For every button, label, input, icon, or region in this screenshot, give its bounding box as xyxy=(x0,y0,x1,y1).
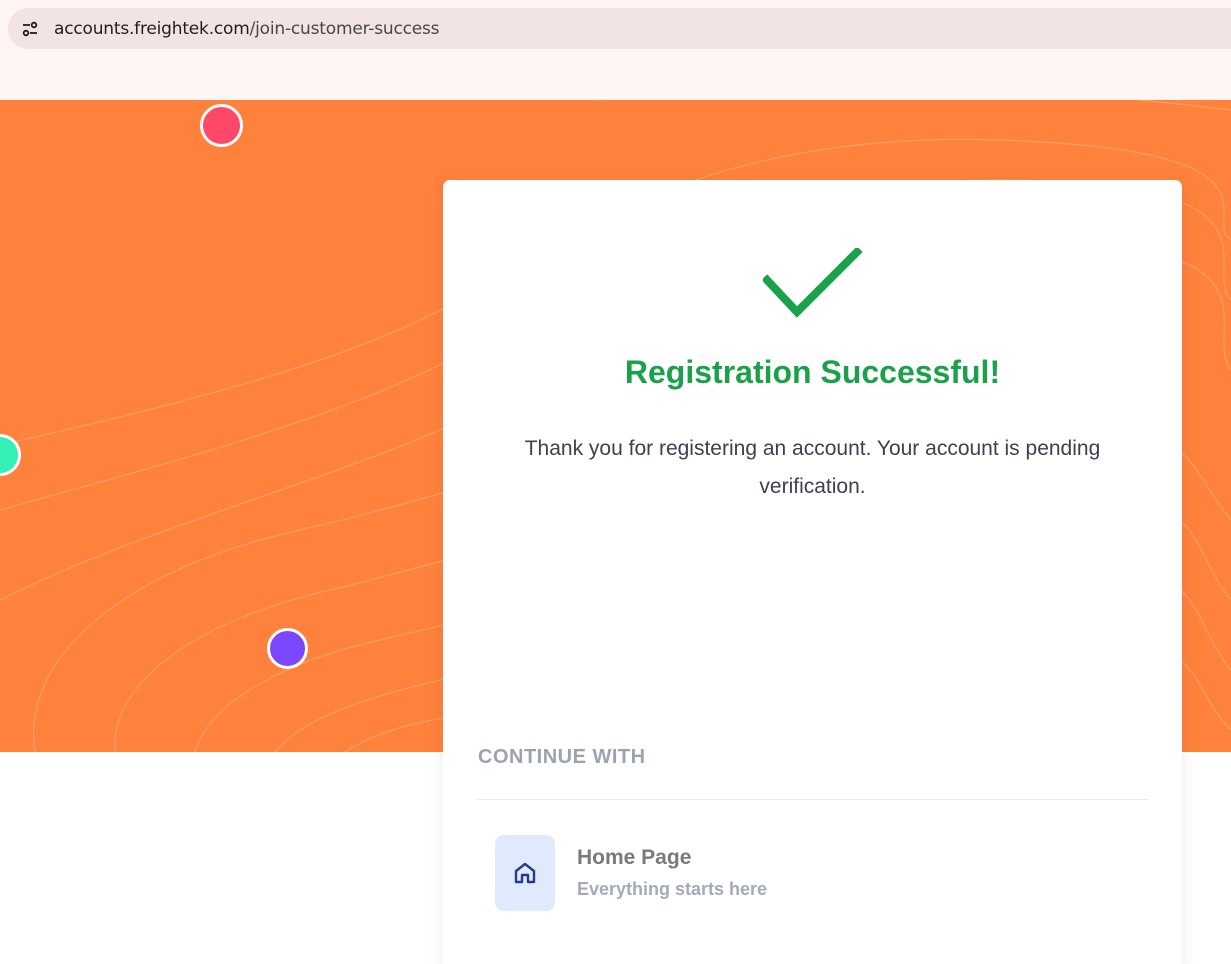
url-domain: accounts.freightek.com xyxy=(54,18,250,39)
url-path: /join-customer-success xyxy=(249,18,440,39)
success-message: Thank you for registering an account. Yo… xyxy=(524,437,1101,498)
checkmark-icon xyxy=(761,246,863,328)
decorative-dot-red xyxy=(200,104,243,147)
address-bar[interactable]: accounts.freightek.com/join-customer-suc… xyxy=(8,8,1231,49)
browser-toolbar: accounts.freightek.com/join-customer-suc… xyxy=(0,0,1231,100)
url-text[interactable]: accounts.freightek.com/join-customer-suc… xyxy=(54,18,440,39)
home-page-link[interactable]: Home Page Everything starts here xyxy=(495,835,895,911)
tune-icon[interactable] xyxy=(15,14,45,44)
decorative-dot-purple xyxy=(267,628,308,669)
home-icon xyxy=(495,835,555,911)
divider xyxy=(477,799,1148,800)
link-title: Home Page xyxy=(577,846,692,869)
continue-with-label: CONTINUE WITH xyxy=(478,746,646,768)
success-title: Registration Successful! xyxy=(624,354,1001,390)
success-card: Registration Successful! Thank you for r… xyxy=(443,180,1182,964)
link-subtitle: Everything starts here xyxy=(577,879,768,899)
